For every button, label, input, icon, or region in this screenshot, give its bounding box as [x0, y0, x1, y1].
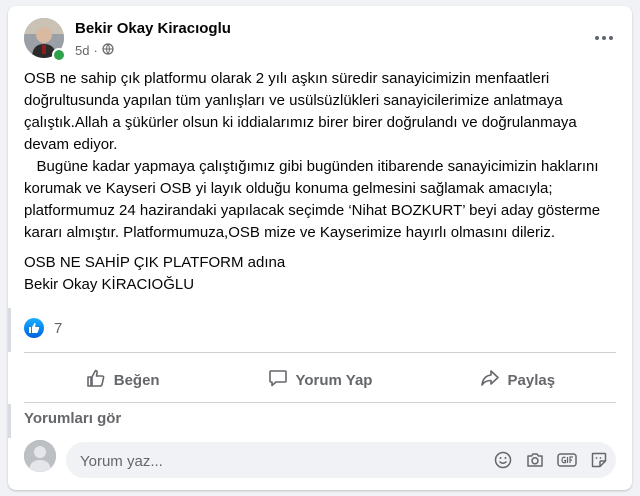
reaction-summary[interactable]: 7: [24, 318, 62, 338]
post-meta: 5d ·: [75, 43, 114, 58]
camera-icon[interactable]: [524, 449, 546, 471]
comment-input[interactable]: [78, 442, 462, 480]
comment-bubble-icon: [268, 368, 288, 392]
left-rail-marker: [8, 308, 11, 352]
post-signature-name: Bekir Okay KİRACIOĞLU: [24, 276, 195, 293]
more-options-button[interactable]: [590, 28, 618, 48]
divider: [24, 402, 616, 403]
globe-icon: [102, 43, 114, 58]
post-body: OSB ne sahip çık platformu olarak 2 yılı…: [24, 68, 620, 296]
like-button[interactable]: Beğen: [24, 360, 221, 400]
current-user-avatar[interactable]: [24, 440, 56, 472]
post-paragraph: OSB ne sahip çık platformu olarak 2 yılı…: [24, 70, 577, 153]
post-paragraph: Bugüne kadar yapmaya çalıştığımız gibi b…: [24, 158, 605, 241]
comment-label: Yorum Yap: [295, 371, 373, 389]
post-card: Bekir Okay Kiracıoglu 5d · OSB ne sahip …: [8, 6, 632, 490]
share-button[interactable]: Paylaş: [419, 360, 616, 400]
divider: [24, 352, 616, 353]
comment-tools: [492, 449, 610, 471]
like-reaction-icon: [24, 318, 44, 338]
post-time[interactable]: 5d: [75, 43, 89, 58]
share-label: Paylaş: [507, 371, 556, 389]
gif-icon[interactable]: [556, 449, 578, 471]
like-label: Beğen: [113, 371, 160, 389]
thumbs-up-icon: [86, 368, 106, 392]
post-signature-line: OSB NE SAHİP ÇIK PLATFORM adına: [24, 254, 286, 271]
share-arrow-icon: [480, 368, 500, 392]
emoji-icon[interactable]: [492, 449, 514, 471]
left-rail-marker: [8, 404, 11, 438]
see-comments-link[interactable]: Yorumları gör: [24, 410, 121, 427]
author-name[interactable]: Bekir Okay Kiracıoglu: [75, 20, 231, 37]
post-actions: Beğen Yorum Yap Paylaş: [24, 360, 616, 400]
reaction-count: 7: [54, 319, 63, 337]
sticker-icon[interactable]: [588, 449, 610, 471]
comment-button[interactable]: Yorum Yap: [221, 360, 418, 400]
online-status-dot: [52, 48, 66, 62]
comment-composer: [66, 442, 616, 480]
